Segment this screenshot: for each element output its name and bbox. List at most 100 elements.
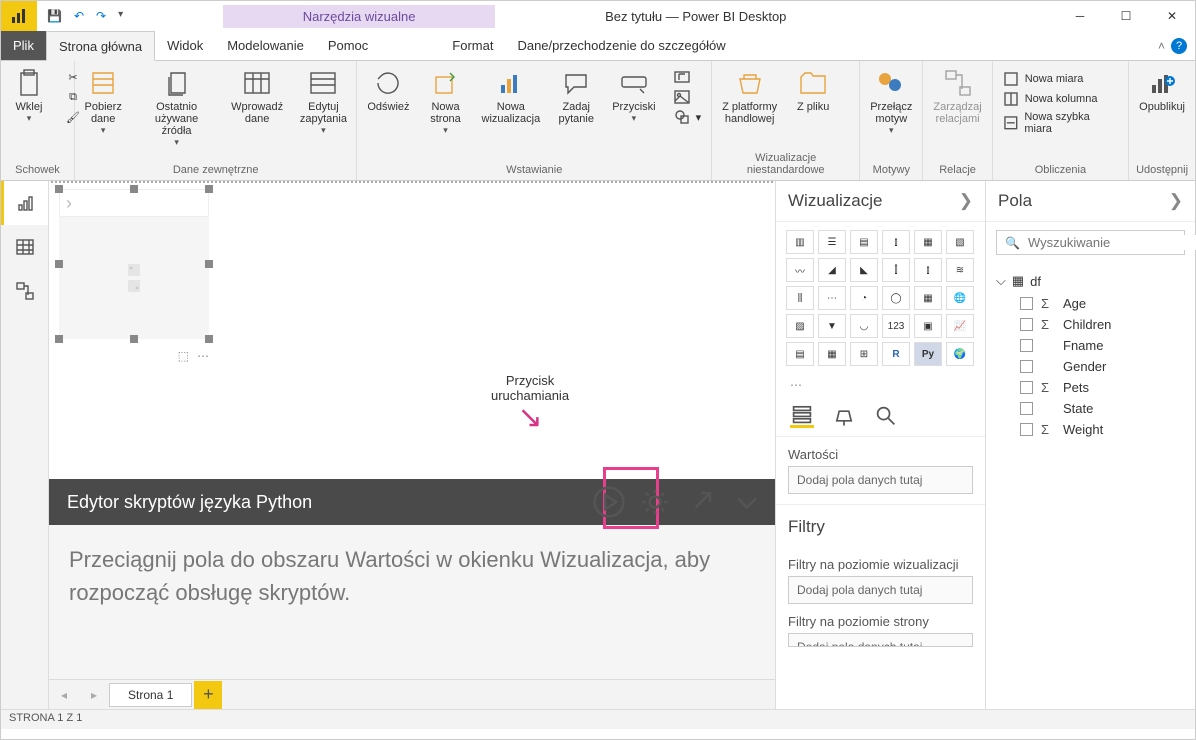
tab-format[interactable]: Format bbox=[440, 31, 505, 60]
viz-clustered-bar[interactable]: ▤ bbox=[850, 230, 878, 254]
from-marketplace-button[interactable]: Z platformy handlowej bbox=[716, 63, 783, 129]
viz-pie[interactable]: ◔ bbox=[850, 286, 878, 310]
image-button[interactable] bbox=[668, 87, 708, 107]
page-filters-drop[interactable]: Dodaj pola danych tutaj bbox=[788, 633, 973, 647]
checkbox-icon[interactable] bbox=[1020, 339, 1033, 352]
page-next-button[interactable]: ▸ bbox=[79, 688, 109, 702]
viz-matrix[interactable]: ⊞ bbox=[850, 342, 878, 366]
tab-modeling[interactable]: Modelowanie bbox=[215, 31, 316, 60]
field-children[interactable]: ΣChildren bbox=[996, 314, 1185, 335]
checkbox-icon[interactable] bbox=[1020, 297, 1033, 310]
tab-view[interactable]: Widok bbox=[155, 31, 215, 60]
tab-file[interactable]: Plik bbox=[1, 31, 46, 60]
viz-combo2[interactable]: ⫾ bbox=[914, 258, 942, 282]
collapse-script-button[interactable] bbox=[729, 484, 765, 520]
viz-r[interactable]: R bbox=[882, 342, 910, 366]
viz-line[interactable]: 〰 bbox=[786, 258, 814, 282]
edit-queries-button[interactable]: Edytuj zapytania▾ bbox=[294, 63, 352, 140]
field-weight[interactable]: ΣWeight bbox=[996, 419, 1185, 440]
get-data-button[interactable]: Pobierz dane▾ bbox=[79, 63, 127, 140]
viz-100-bar[interactable]: ▦ bbox=[914, 230, 942, 254]
new-quick-measure-button[interactable]: Nowa szybka miara bbox=[997, 109, 1124, 137]
maximize-button[interactable]: ☐ bbox=[1103, 1, 1149, 31]
textbox-button[interactable] bbox=[668, 67, 708, 87]
viz-combo1[interactable]: ⫿ bbox=[882, 258, 910, 282]
script-options-button[interactable] bbox=[637, 484, 673, 520]
fields-search[interactable]: 🔍 bbox=[996, 230, 1185, 255]
shapes-button[interactable]: ▾ bbox=[668, 107, 708, 127]
viz-map[interactable]: 🌐 bbox=[946, 286, 974, 310]
checkbox-icon[interactable] bbox=[1020, 360, 1033, 373]
page-prev-button[interactable]: ◂ bbox=[49, 688, 79, 702]
visual-more-icon[interactable]: ⋯ bbox=[197, 349, 209, 363]
field-fname[interactable]: Fname bbox=[996, 335, 1185, 356]
viz-more-icon[interactable]: ⋯ bbox=[776, 374, 985, 396]
viz-stacked-area[interactable]: ◣ bbox=[850, 258, 878, 282]
visual-drill-icon[interactable]: ⬚ bbox=[178, 349, 189, 363]
analytics-tab[interactable] bbox=[874, 404, 898, 428]
viz-card[interactable]: 123 bbox=[882, 314, 910, 338]
viz-kpi[interactable]: 📈 bbox=[946, 314, 974, 338]
undo-icon[interactable]: ↶ bbox=[70, 7, 88, 25]
manage-relations-button[interactable]: Zarządzaj relacjami bbox=[927, 63, 987, 129]
viz-treemap[interactable]: ▦ bbox=[914, 286, 942, 310]
field-state[interactable]: State bbox=[996, 398, 1185, 419]
tab-drill[interactable]: Dane/przechodzenie do szczegółów bbox=[505, 31, 737, 60]
viz-arcgis[interactable]: 🌍 bbox=[946, 342, 974, 366]
tab-help[interactable]: Pomoc bbox=[316, 31, 380, 60]
viz-donut[interactable]: ◯ bbox=[882, 286, 910, 310]
save-icon[interactable]: 💾 bbox=[43, 7, 66, 25]
viz-area[interactable]: ◢ bbox=[818, 258, 846, 282]
redo-icon[interactable]: ↷ bbox=[92, 7, 110, 25]
minimize-button[interactable]: ─ bbox=[1057, 1, 1103, 31]
ask-question-button[interactable]: Zadaj pytanie bbox=[552, 63, 600, 129]
new-measure-button[interactable]: Nowa miara bbox=[997, 69, 1124, 89]
switch-theme-button[interactable]: Przełącz motyw▾ bbox=[864, 63, 918, 140]
viz-multi-card[interactable]: ▣ bbox=[914, 314, 942, 338]
report-view-button[interactable] bbox=[1, 181, 48, 225]
model-view-button[interactable] bbox=[1, 269, 48, 313]
checkbox-icon[interactable] bbox=[1020, 318, 1033, 331]
from-file-button[interactable]: Z pliku bbox=[789, 63, 837, 117]
checkbox-icon[interactable] bbox=[1020, 381, 1033, 394]
help-icon[interactable]: ? bbox=[1171, 38, 1187, 54]
add-page-button[interactable]: + bbox=[194, 681, 222, 709]
refresh-button[interactable]: Odśwież bbox=[361, 63, 415, 117]
run-script-button[interactable] bbox=[591, 484, 627, 520]
checkbox-icon[interactable] bbox=[1020, 423, 1033, 436]
viz-ribbon[interactable]: ≋ bbox=[946, 258, 974, 282]
page-tab-1[interactable]: Strona 1 bbox=[109, 683, 192, 707]
enter-data-button[interactable]: Wprowadź dane bbox=[226, 63, 289, 129]
paste-button[interactable]: Wklej ▾ bbox=[5, 63, 53, 128]
field-gender[interactable]: Gender bbox=[996, 356, 1185, 377]
format-tab[interactable] bbox=[832, 404, 856, 428]
new-column-button[interactable]: Nowa kolumna bbox=[997, 89, 1124, 109]
collapse-viz-pane-icon[interactable]: ❯ bbox=[959, 191, 973, 211]
viz-waterfall[interactable]: ⫼ bbox=[786, 286, 814, 310]
fields-tab[interactable] bbox=[790, 404, 814, 428]
viz-clustered-column[interactable]: ⫾ bbox=[882, 230, 910, 254]
field-age[interactable]: ΣAge bbox=[996, 293, 1185, 314]
data-view-button[interactable] bbox=[1, 225, 48, 269]
viz-python[interactable]: Py bbox=[914, 342, 942, 366]
viz-gauge[interactable]: ◡ bbox=[850, 314, 878, 338]
new-page-button[interactable]: Nowa strona▾ bbox=[422, 63, 470, 140]
viz-scatter[interactable]: ⋯ bbox=[818, 286, 846, 310]
popout-script-button[interactable] bbox=[683, 484, 719, 520]
viz-table[interactable]: ▦ bbox=[818, 342, 846, 366]
values-drop-zone[interactable]: Dodaj pola danych tutaj bbox=[788, 466, 973, 494]
new-visual-button[interactable]: Nowa wizualizacja bbox=[476, 63, 547, 129]
field-pets[interactable]: ΣPets bbox=[996, 377, 1185, 398]
recent-sources-button[interactable]: Ostatnio używane źródła▾ bbox=[133, 63, 219, 152]
python-visual-placeholder[interactable]: › ⬚ ⋯ bbox=[59, 189, 209, 339]
viz-stacked-bar-h[interactable]: ☰ bbox=[818, 230, 846, 254]
close-button[interactable]: ✕ bbox=[1149, 1, 1195, 31]
visual-filters-drop[interactable]: Dodaj pola danych tutaj bbox=[788, 576, 973, 604]
collapse-ribbon-icon[interactable]: ˄ bbox=[1158, 39, 1165, 53]
qat-customize-icon[interactable]: ▾ bbox=[114, 7, 127, 25]
publish-button[interactable]: Opublikuj bbox=[1133, 63, 1191, 117]
viz-funnel[interactable]: ▼ bbox=[818, 314, 846, 338]
viz-100-col[interactable]: ▧ bbox=[946, 230, 974, 254]
tab-home[interactable]: Strona główna bbox=[46, 31, 155, 61]
search-input[interactable] bbox=[1028, 235, 1196, 250]
